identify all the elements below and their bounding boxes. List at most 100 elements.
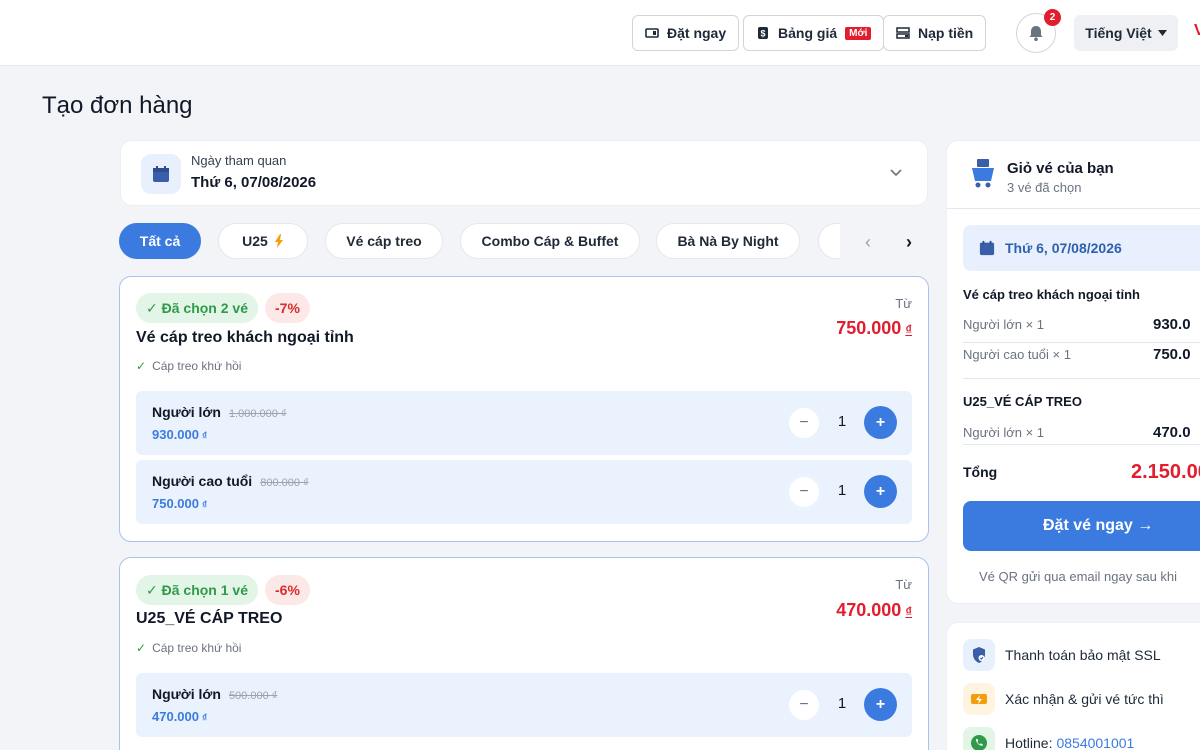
filter-label: Tất cả (139, 233, 181, 249)
chevron-down-icon (890, 169, 902, 177)
from-price: 750.000 ₫ (836, 318, 912, 339)
cart-line-amount: 930.0 (1153, 316, 1191, 333)
row-label: Người cao tuổi 800.000 ₫ (152, 473, 309, 489)
increase-quantity-button[interactable]: + (864, 475, 897, 508)
check-icon: ✓ (136, 641, 147, 655)
calendar-icon (141, 154, 181, 194)
divider (963, 444, 1200, 445)
divider (963, 342, 1200, 343)
filter-all[interactable]: Tất cả (119, 223, 201, 259)
top-up-button[interactable]: Nạp tiền (883, 15, 987, 51)
price-list-button[interactable]: $ Bảng giá Mới (743, 15, 885, 51)
row-label: Người lớn 500.000 ₫ (152, 686, 277, 702)
filter-ba-na-by-night[interactable]: Bà Nà By Night (656, 223, 800, 259)
trust-panel: Thanh toán bảo mật SSL Xác nhận & gửi vé… (946, 622, 1200, 750)
cart-line-amount: 750.0 (1153, 346, 1191, 363)
trust-instant-label: Xác nhận & gửi vé tức thì (1005, 691, 1164, 707)
row-name: Người lớn (152, 404, 221, 420)
language-selector[interactable]: Tiếng Việt (1074, 15, 1178, 51)
row-old-price: 1.000.000 ₫ (228, 408, 287, 420)
decrease-quantity-button[interactable]: − (789, 477, 819, 507)
visit-date-selector[interactable]: Ngày tham quan Thứ 6, 07/08/2026 (120, 140, 928, 206)
cart-line-amount: 470.0 (1153, 424, 1191, 441)
wallet-icon (896, 27, 910, 39)
cart-header: Giỏ vé của bạn 3 vé đã chọn (947, 141, 1200, 209)
currency-symbol: ₫ (202, 431, 208, 442)
decrease-quantity-button[interactable]: − (789, 408, 819, 438)
trust-ssl-label: Thanh toán bảo mật SSL (1005, 647, 1161, 663)
from-label: Từ (895, 577, 912, 592)
visit-date-label: Ngày tham quan (191, 153, 287, 168)
row-price-value: 930.000 (152, 427, 199, 442)
hotline-label: Hotline: (1005, 735, 1053, 750)
filter-u25[interactable]: U25 (218, 223, 308, 259)
row-price-value: 470.000 (152, 709, 199, 724)
caret-down-icon (1157, 30, 1167, 36)
notification-count-badge: 2 (1044, 9, 1061, 26)
shopping-cart-icon (972, 159, 994, 188)
filter-label: Vé cáp treo (346, 233, 422, 249)
filter-next-arrow[interactable]: › (898, 230, 920, 254)
decrease-quantity-button[interactable]: − (789, 690, 819, 720)
ticket-subtitle: ✓ Cáp treo khứ hồi (136, 359, 241, 373)
from-price-value: 750.000 (836, 318, 902, 338)
cart-line-label: Người lớn × 1 (963, 425, 1045, 440)
cart-note: Vé QR gửi qua email ngay sau khi (979, 569, 1178, 584)
discount-badge: -6% (265, 575, 310, 605)
quantity-value: 1 (837, 413, 847, 430)
cart-panel: Giỏ vé của bạn 3 vé đã chọn Thứ 6, 07/08… (946, 140, 1200, 604)
cart-date: Thứ 6, 07/08/2026 (963, 225, 1200, 271)
ticket-row-adult: Người lớn 1.000.000 ₫ 930.000 ₫ − 1 + (136, 391, 912, 455)
ticket-subtitle: ✓ Cáp treo khứ hồi (136, 641, 241, 655)
shield-icon (963, 639, 995, 671)
filter-combo-buffet[interactable]: Combo Cáp & Buffet (460, 223, 640, 259)
increase-quantity-button[interactable]: + (864, 688, 897, 721)
filter-more-hidden[interactable] (818, 223, 840, 259)
user-menu-edge[interactable]: V (1194, 22, 1200, 42)
ticket-subtitle-text: Cáp treo khứ hồi (152, 359, 242, 373)
ticket-name: U25_VÉ CÁP TREO (136, 610, 283, 627)
filter-cable-car[interactable]: Vé cáp treo (325, 223, 443, 259)
price-list-label: Bảng giá (778, 25, 838, 41)
book-ticket-button[interactable]: Đặt vé ngay → (963, 501, 1200, 551)
calendar-icon (979, 240, 995, 256)
cart-count: 3 vé đã chọn (1007, 180, 1082, 195)
row-name: Người lớn (152, 686, 221, 702)
ticket-row-adult: Người lớn 500.000 ₫ 470.000 ₫ − 1 + (136, 673, 912, 737)
phone-icon (963, 727, 995, 750)
row-price: 470.000 ₫ (152, 709, 207, 724)
hotline-number-link[interactable]: 0854001001 (1056, 735, 1134, 750)
filter-label: U25 (242, 233, 268, 249)
quantity-value: 1 (837, 695, 847, 712)
currency-symbol: ₫ (202, 500, 208, 511)
from-label: Từ (895, 296, 912, 311)
ticket-icon (645, 28, 659, 38)
row-price-value: 750.000 (152, 496, 199, 511)
trust-hotline: Hotline: 0854001001 (963, 727, 1134, 750)
ticket-card: ✓ Đã chọn 1 vé -6% U25_VÉ CÁP TREO ✓ Cáp… (119, 557, 929, 750)
from-price-value: 470.000 (836, 600, 902, 620)
chosen-count-badge: ✓ Đã chọn 1 vé (136, 575, 258, 605)
row-old-price: 800.000 ₫ (260, 477, 309, 489)
quantity-value: 1 (837, 482, 847, 499)
cart-section-title: Vé cáp treo khách ngoại tỉnh (963, 287, 1140, 302)
filter-prev-arrow[interactable]: ‹ (857, 230, 879, 254)
row-price: 930.000 ₫ (152, 427, 207, 442)
filter-label: Combo Cáp & Buffet (481, 233, 619, 249)
book-ticket-label: Đặt vé ngay → (1043, 517, 1154, 534)
visit-date-value: Thứ 6, 07/08/2026 (191, 174, 317, 191)
bell-icon (1029, 26, 1043, 41)
chosen-count-badge: ✓ Đã chọn 2 vé (136, 293, 258, 323)
check-icon: ✓ (136, 359, 147, 373)
new-badge: Mới (845, 26, 872, 40)
row-name: Người cao tuổi (152, 473, 253, 489)
price-tag-icon: $ (758, 27, 768, 39)
book-now-button[interactable]: Đặt ngay (632, 15, 740, 51)
increase-quantity-button[interactable]: + (864, 406, 897, 439)
trust-ssl: Thanh toán bảo mật SSL (963, 639, 1161, 671)
total-label: Tổng (963, 464, 998, 480)
row-label: Người lớn 1.000.000 ₫ (152, 404, 287, 420)
trust-instant: Xác nhận & gửi vé tức thì (963, 683, 1164, 715)
lightning-icon (274, 234, 283, 248)
row-price: 750.000 ₫ (152, 496, 207, 511)
